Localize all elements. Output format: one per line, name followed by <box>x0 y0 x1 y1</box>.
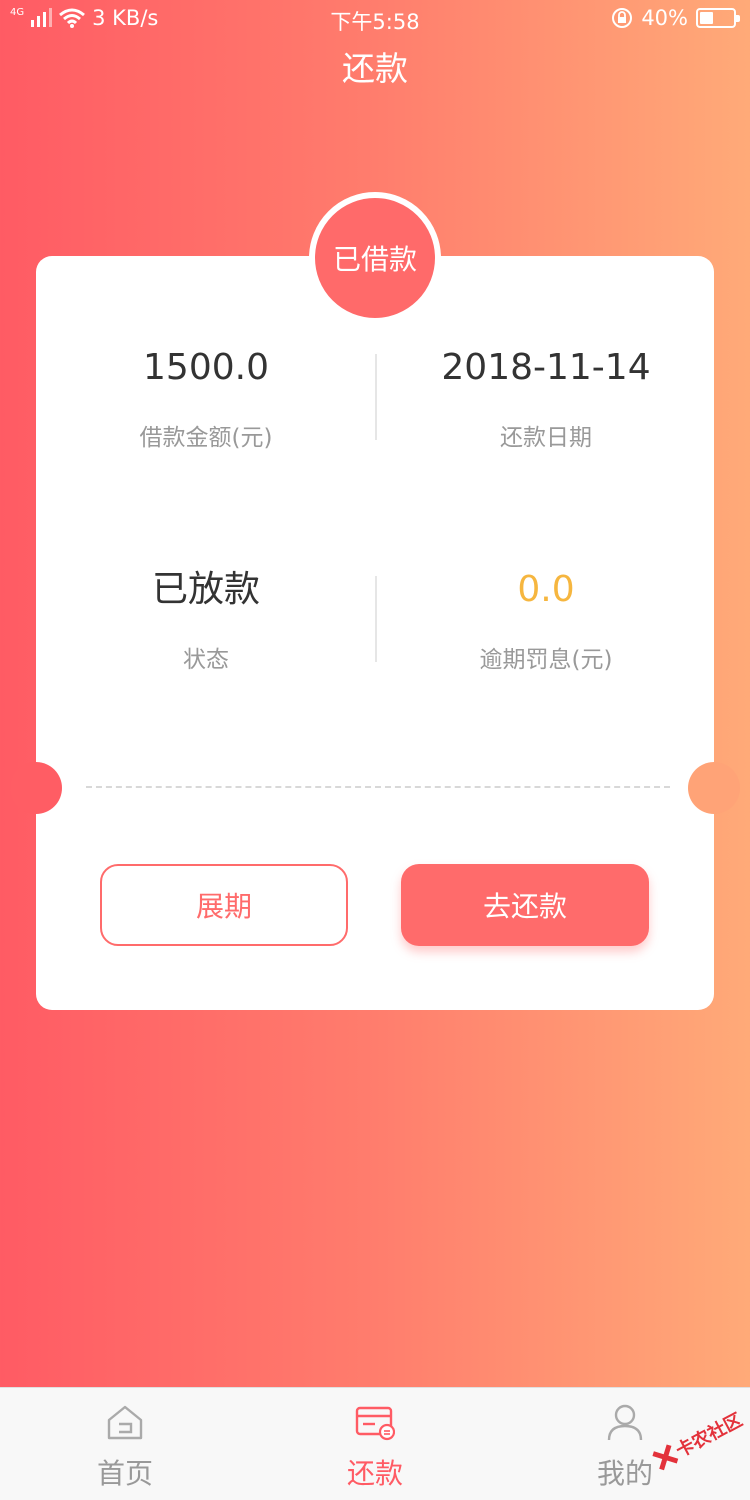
loan-status-badge: 已借款 <box>309 192 441 324</box>
tab-repay-label: 还款 <box>346 1457 403 1490</box>
card-notch-left <box>10 762 62 814</box>
rotation-lock-icon <box>612 8 633 28</box>
bottom-tab-bar: 首页 还款 我的 <box>0 1387 750 1500</box>
status-right: 40% <box>611 6 740 30</box>
status-cell: 已放款 状态 <box>36 568 376 674</box>
user-icon <box>607 1404 643 1441</box>
home-icon <box>107 1405 143 1440</box>
repay-card-icon <box>355 1406 395 1441</box>
card-notch-right <box>688 762 740 814</box>
repay-button[interactable]: 去还款 <box>401 864 649 946</box>
battery-percent: 40% <box>641 6 688 30</box>
repay-date-cell: 2018-11-14 还款日期 <box>376 346 716 452</box>
extend-button[interactable]: 展期 <box>100 864 348 946</box>
penalty-label: 逾期罚息(元) <box>479 647 613 673</box>
loan-amount-value: 1500.0 <box>143 347 269 388</box>
tab-repay[interactable]: 还款 <box>250 1388 500 1500</box>
loan-amount-label: 借款金额(元) <box>139 425 273 451</box>
loan-amount-cell: 1500.0 借款金额(元) <box>36 346 376 452</box>
battery-icon <box>696 8 740 28</box>
repay-date-label: 还款日期 <box>500 425 592 451</box>
dashed-divider <box>86 786 670 788</box>
status-bar: 4G 3 KB/s 下午5:58 40% <box>0 0 750 40</box>
loan-card: 1500.0 借款金额(元) 2018-11-14 还款日期 已放款 状态 0.… <box>36 256 714 1010</box>
penalty-value: 0.0 <box>517 569 575 610</box>
penalty-cell: 0.0 逾期罚息(元) <box>376 568 716 674</box>
tab-home-label: 首页 <box>96 1457 153 1490</box>
watermark-text: 卡农社区 <box>672 1409 747 1462</box>
tab-home[interactable]: 首页 <box>0 1388 250 1500</box>
repay-date-value: 2018-11-14 <box>441 347 651 388</box>
page-title: 还款 <box>342 49 408 88</box>
status-value: 已放款 <box>151 569 260 610</box>
status-label: 状态 <box>183 647 229 673</box>
battery-level <box>700 12 713 24</box>
